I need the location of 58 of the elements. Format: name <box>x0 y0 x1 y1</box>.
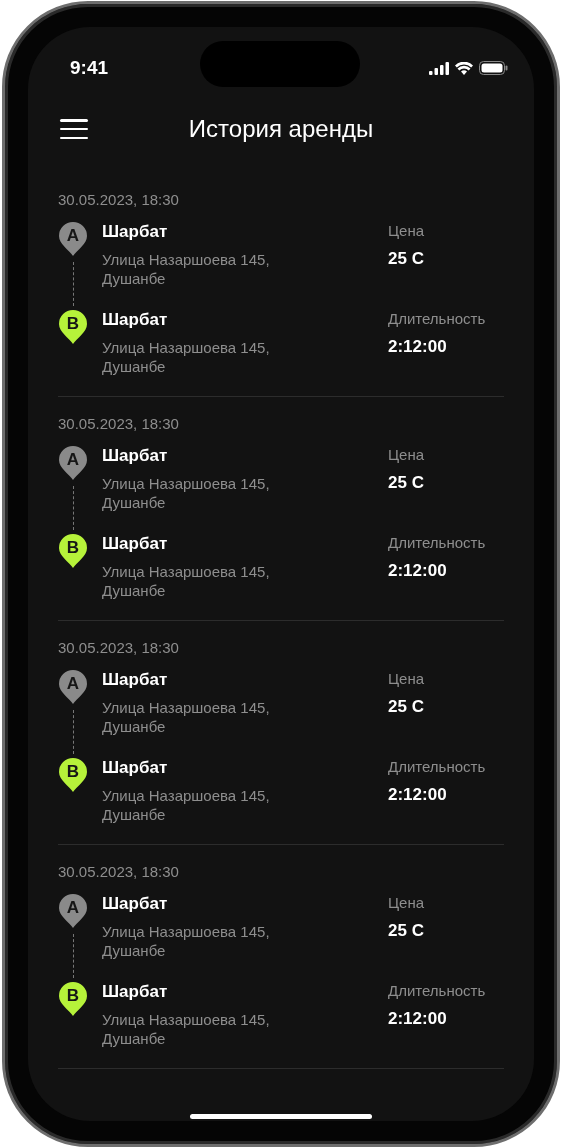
stat-label: Цена <box>388 894 426 911</box>
place-address: Улица Назаршоева 145, Душанбе <box>102 786 271 824</box>
trip-item[interactable]: 30.05.2023, 18:30 A Шарбат Улица Назаршоева 145, Душанбе Цена 25 С B Шарбат Улица Назаршоева 145, Душанбе Длительность 2:12:00 <box>58 845 504 1069</box>
battery-icon <box>479 61 508 75</box>
page-title: История аренды <box>188 115 374 143</box>
location-pin: B <box>59 534 87 568</box>
trip-item[interactable]: 30.05.2023, 18:30 A Шарбат Улица Назаршоева 145, Душанбе Цена 25 С B Шарбат Улица Назаршоева 145, Душанбе Длительность 2:12:00 <box>58 621 504 845</box>
stat-value: 2:12:00 <box>388 1009 448 1029</box>
trip-item[interactable]: 30.05.2023, 18:30 A Шарбат Улица Назаршоева 145, Душанбе Цена 25 С B Шарбат Улица Назаршоева 145, Душанбе Длительность 2:12:00 <box>58 397 504 621</box>
place-address: Улица Назаршоева 145, Душанбе <box>102 562 271 600</box>
place-address: Улица Назаршоева 145, Душанбе <box>102 250 271 288</box>
stat-label: Длительность <box>388 758 487 775</box>
place-name: Шарбат <box>102 758 169 778</box>
trip-date: 30.05.2023, 18:30 <box>58 639 180 656</box>
place-name: Шарбат <box>102 446 169 466</box>
place-address: Улица Назаршоева 145, Душанбе <box>102 474 271 512</box>
place-address: Улица Назаршоева 145, Душанбе <box>102 922 271 960</box>
place-name: Шарбат <box>102 670 169 690</box>
location-pin: B <box>59 982 87 1016</box>
stat-value: 2:12:00 <box>388 337 448 357</box>
signal-icon <box>429 61 449 75</box>
stat-label: Длительность <box>388 982 487 999</box>
location-pin: A <box>59 222 87 256</box>
menu-icon[interactable] <box>60 119 88 139</box>
place-name: Шарбат <box>102 894 169 914</box>
route-line <box>72 486 74 530</box>
trip-date: 30.05.2023, 18:30 <box>58 863 180 880</box>
trip-date: 30.05.2023, 18:30 <box>58 415 180 432</box>
place-address: Улица Назаршоева 145, Душанбе <box>102 1010 271 1048</box>
trip-date: 30.05.2023, 18:30 <box>58 191 180 208</box>
location-pin: A <box>59 894 87 928</box>
place-address: Улица Назаршоева 145, Душанбе <box>102 338 271 376</box>
stat-value: 2:12:00 <box>388 561 448 581</box>
place-name: Шарбат <box>102 534 169 554</box>
route-line <box>72 262 74 306</box>
stat-value: 25 С <box>388 921 425 941</box>
stat-label: Цена <box>388 670 426 687</box>
stat-value: 2:12:00 <box>388 785 448 805</box>
stat-label: Длительность <box>388 310 487 327</box>
place-address: Улица Назаршоева 145, Душанбе <box>102 698 271 736</box>
status-time: 9:41 <box>70 57 109 79</box>
stat-value: 25 С <box>388 249 425 269</box>
place-name: Шарбат <box>102 310 169 330</box>
stat-label: Цена <box>388 446 426 463</box>
stat-label: Длительность <box>388 534 487 551</box>
stat-label: Цена <box>388 222 426 239</box>
location-pin: B <box>59 310 87 344</box>
stat-value: 25 С <box>388 473 425 493</box>
stat-value: 25 С <box>388 697 425 717</box>
location-pin: A <box>59 670 87 704</box>
route-line <box>72 934 74 978</box>
trip-item[interactable]: 30.05.2023, 18:30 A Шарбат Улица Назаршоева 145, Душанбе Цена 25 С B Шарбат Улица Назаршоева 145, Душанбе Длительность 2:12:00 <box>58 173 504 397</box>
wifi-icon <box>455 61 473 75</box>
location-pin: B <box>59 758 87 792</box>
place-name: Шарбат <box>102 222 169 242</box>
location-pin: A <box>59 446 87 480</box>
place-name: Шарбат <box>102 982 169 1002</box>
route-line <box>72 710 74 754</box>
